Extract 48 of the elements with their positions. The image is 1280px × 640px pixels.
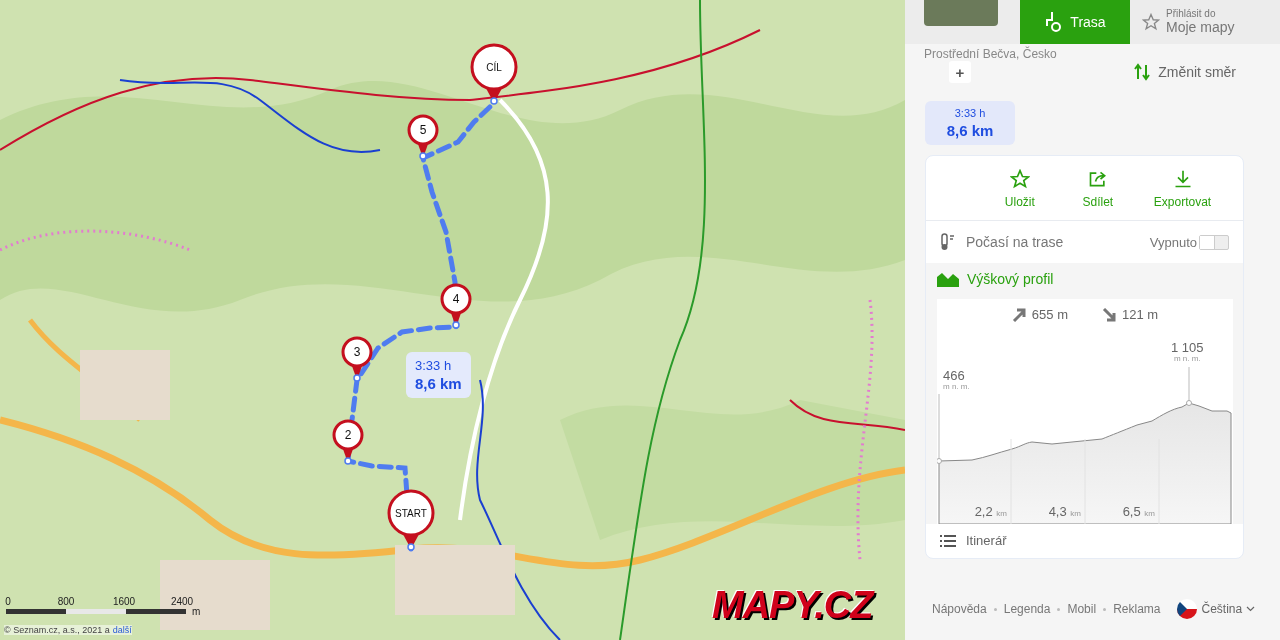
scale-label: 1600	[112, 596, 136, 607]
weather-toggle[interactable]	[1199, 234, 1229, 250]
footer-link[interactable]: Nápověda	[932, 602, 987, 616]
itinerary-button[interactable]: Itinerář	[926, 524, 1243, 558]
scale-label: 800	[57, 596, 75, 607]
route-button[interactable]: Trasa	[1020, 0, 1130, 44]
max-elevation-label: 1 105 m n. m.	[1171, 341, 1204, 365]
distance-tick-label: 4,3 km	[1047, 504, 1081, 519]
start-elevation-label: 466 m n. m.	[943, 369, 970, 393]
reverse-direction-button[interactable]: Změnit směr	[1128, 62, 1242, 82]
logo: MAPY.CZ	[712, 584, 873, 627]
scale-unit: m	[192, 606, 201, 617]
export-button[interactable]: Exportovat	[1147, 168, 1218, 210]
my-maps-link[interactable]: Moje mapy	[1166, 19, 1235, 35]
swap-arrows-icon	[1134, 63, 1151, 81]
route-summary-label: 3:33 h 8,6 km	[406, 352, 471, 398]
place-subtitle: Prostřední Bečva, Česko	[923, 45, 1058, 61]
profile-title: Výškový profil	[967, 271, 1054, 287]
save-button[interactable]: Uložit	[991, 168, 1048, 210]
star-icon	[1009, 169, 1030, 189]
footer-link[interactable]: Mobil	[1067, 602, 1097, 616]
copyright-link[interactable]: další	[112, 625, 132, 635]
weather-label: Počasí na trase	[966, 234, 1064, 250]
scale-label: 2400	[170, 596, 194, 607]
language-selector[interactable]: Čeština	[1177, 599, 1256, 619]
share-button[interactable]: Sdílet	[1069, 168, 1126, 210]
distance-tick-label: 6,5 km	[1121, 504, 1155, 519]
footer-link[interactable]: Reklama	[1113, 602, 1161, 616]
descent-value: 121 m	[1122, 307, 1159, 322]
weather-state: Vypnuto	[1149, 234, 1197, 250]
footer-link[interactable]: Legenda	[1003, 602, 1051, 616]
star-icon[interactable]	[1142, 12, 1160, 31]
scale-label: 0	[5, 596, 11, 607]
ascent-arrow-icon	[1011, 307, 1026, 322]
login-hint: Přihlásit do	[1166, 8, 1217, 19]
thermometer-icon	[940, 233, 956, 251]
distance-tick-label: 2,2 km	[973, 504, 1007, 519]
list-icon	[940, 534, 956, 547]
copyright-text: © Seznam.cz, a.s., 2021 a	[4, 625, 110, 635]
route-icon	[1044, 12, 1063, 32]
flag-icon	[1177, 599, 1198, 619]
mountain-icon	[937, 271, 959, 287]
route-summary: 3:33 h 8,6 km	[925, 101, 1015, 145]
ascent-value: 655 m	[1031, 307, 1068, 322]
add-stop-button[interactable]: +	[949, 61, 971, 83]
share-icon	[1087, 169, 1108, 189]
chevron-down-icon	[1246, 606, 1256, 612]
descent-arrow-icon	[1102, 307, 1116, 322]
